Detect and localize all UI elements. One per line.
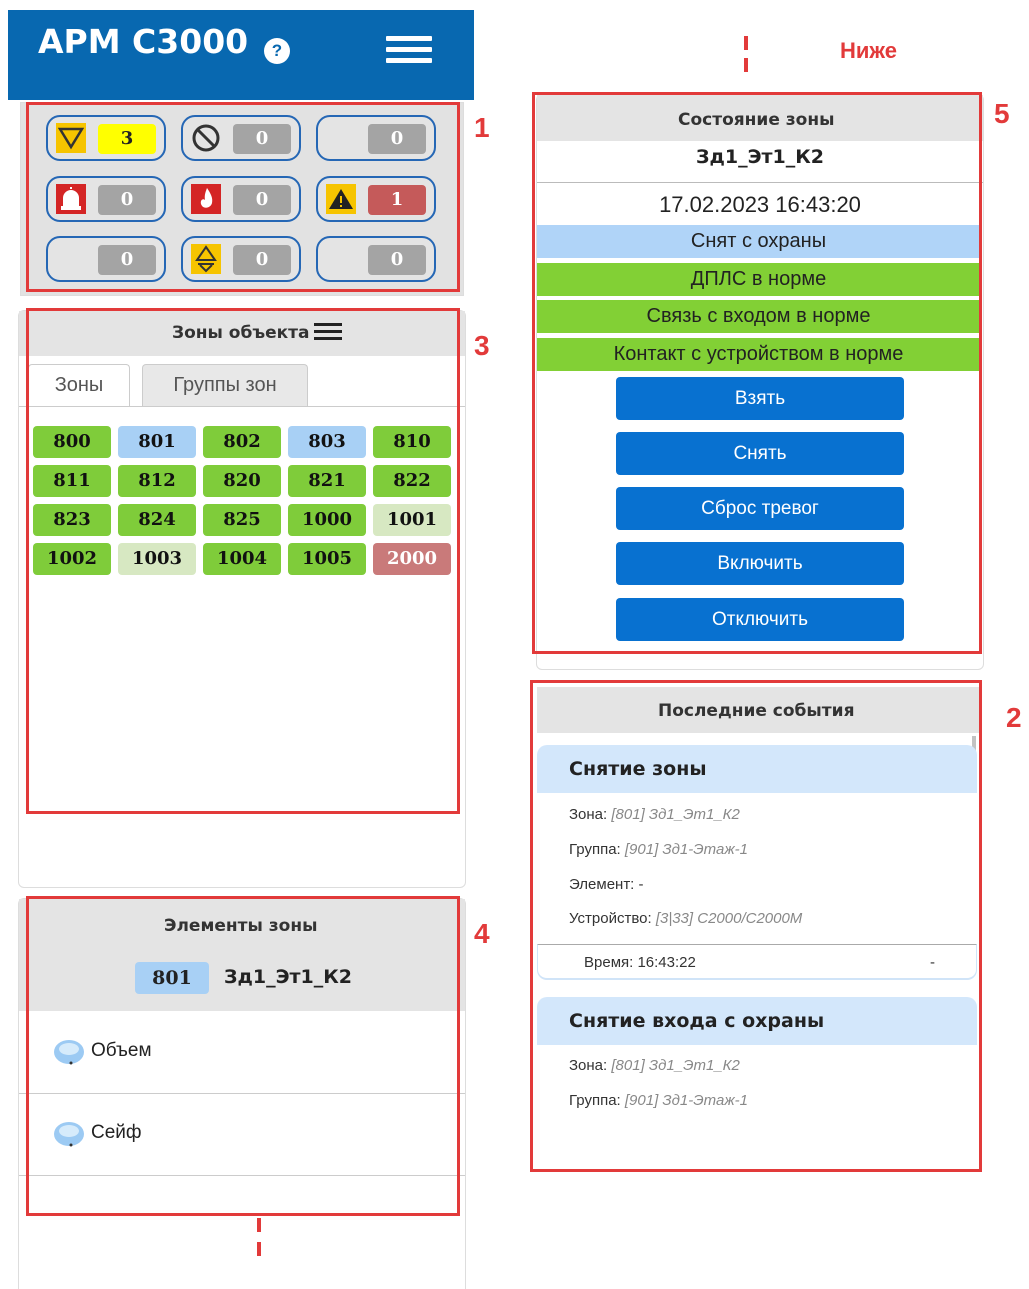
disarm-button[interactable]: Снять: [616, 432, 904, 475]
zones-panel-title: Зоны объекта: [172, 323, 310, 343]
event-extra: -: [930, 954, 935, 971]
annotation-label-4: 4: [474, 918, 490, 949]
zone-tile[interactable]: 2000: [373, 543, 451, 575]
annotation-dash: [257, 1242, 261, 1256]
annotation-dash: [744, 36, 748, 50]
disable-button[interactable]: Отключить: [616, 598, 904, 641]
event-title: Снятие зоны: [569, 758, 707, 780]
event-device: Устройство: [3|33] С2000/С2000М: [569, 910, 803, 927]
counter-attention[interactable]: 0: [181, 236, 301, 282]
counter-empty[interactable]: 0: [46, 236, 166, 282]
event-card-header[interactable]: Снятие входа с охраны: [537, 997, 977, 1045]
counter-value: 3: [98, 124, 156, 154]
tab-zones[interactable]: Зоны: [28, 364, 130, 407]
counter-value: 0: [368, 245, 426, 275]
divider: [537, 182, 983, 183]
counter-fire[interactable]: 0: [181, 176, 301, 222]
zone-tile[interactable]: 811: [33, 465, 111, 497]
smoke-detector-icon: [49, 1120, 85, 1150]
zone-tile[interactable]: 825: [203, 504, 281, 536]
zone-tile[interactable]: 812: [118, 465, 196, 497]
status-disarmed: Снят с охраны: [537, 225, 980, 258]
status-dpls-ok: ДПЛС в норме: [537, 263, 980, 296]
event-group: Группа: [901] Зд1-Этаж-1: [569, 1092, 748, 1109]
zone-tile[interactable]: 824: [118, 504, 196, 536]
help-icon[interactable]: ?: [264, 38, 290, 64]
event-zone: Зона: [801] Зд1_Эт1_К2: [569, 806, 740, 823]
counter-value: 0: [233, 245, 291, 275]
annotation-label-1: 1: [474, 112, 490, 143]
hamburger-menu-icon[interactable]: [314, 323, 342, 343]
zone-elements-title: Элементы зоны: [164, 916, 318, 936]
zone-tile[interactable]: 1003: [118, 543, 196, 575]
counter-alarm[interactable]: 0: [46, 176, 166, 222]
zone-tile[interactable]: 821: [288, 465, 366, 497]
hamburger-menu-icon[interactable]: [386, 36, 432, 64]
zone-tile[interactable]: 1005: [288, 543, 366, 575]
selected-zone-badge: 801: [135, 962, 209, 994]
event-element: Элемент: -: [569, 876, 644, 893]
zone-tile[interactable]: 810: [373, 426, 451, 458]
zone-element-label: Сейф: [91, 1122, 142, 1143]
status-input-link-ok: Связь с входом в норме: [537, 300, 980, 333]
zone-element-label: Объем: [91, 1040, 152, 1061]
zone-tile[interactable]: 1000: [288, 504, 366, 536]
annotation-label-5: 5: [994, 98, 1010, 129]
zone-state-zone-name: Зд1_Эт1_К2: [696, 146, 824, 168]
zone-element-row[interactable]: Сейф: [19, 1094, 465, 1176]
siren-alarm-icon: [56, 184, 86, 214]
smoke-detector-icon: [49, 1038, 85, 1068]
event-title: Снятие входа с охраны: [569, 1010, 825, 1032]
enable-button[interactable]: Включить: [616, 542, 904, 585]
disabled-circle-icon: [191, 123, 221, 153]
zone-tile[interactable]: 1001: [373, 504, 451, 536]
app-title: АРМ С3000: [38, 22, 249, 61]
status-device-contact-ok: Контакт с устройством в норме: [537, 338, 980, 371]
event-card-header[interactable]: Снятие зоны: [537, 745, 977, 793]
annotation-label-2: 2: [1006, 702, 1022, 733]
counter-fault[interactable]: 3: [46, 115, 166, 161]
counter-disabled[interactable]: 0: [181, 115, 301, 161]
fire-icon: [191, 184, 221, 214]
counter-warning[interactable]: 1: [316, 176, 436, 222]
zone-tile[interactable]: 823: [33, 504, 111, 536]
counter-value: 0: [233, 185, 291, 215]
zone-tile[interactable]: 820: [203, 465, 281, 497]
zone-element-row[interactable]: Объем: [19, 1012, 465, 1094]
zone-state-datetime: 17.02.2023 16:43:20: [659, 192, 861, 217]
event-time: Время: 16:43:22: [584, 954, 696, 971]
selected-zone-name: Зд1_Эт1_К2: [224, 966, 352, 988]
counter-value: 1: [368, 185, 426, 215]
annotation-dash: [257, 1218, 261, 1232]
event-zone: Зона: [801] Зд1_Эт1_К2: [569, 1057, 740, 1074]
annotation-label-3: 3: [474, 330, 490, 361]
zone-tile[interactable]: 801: [118, 426, 196, 458]
zone-tile[interactable]: 1004: [203, 543, 281, 575]
reset-alarms-button[interactable]: Сброс тревог: [616, 487, 904, 530]
counter-empty[interactable]: 0: [316, 115, 436, 161]
zone-tile[interactable]: 802: [203, 426, 281, 458]
counter-empty[interactable]: 0: [316, 236, 436, 282]
zone-state-title: Состояние зоны: [678, 110, 835, 130]
tabs-divider: [19, 406, 465, 407]
counter-value: 0: [98, 185, 156, 215]
warning-icon: [326, 184, 356, 214]
fault-triangle-icon: [56, 123, 86, 153]
zone-tile[interactable]: 822: [373, 465, 451, 497]
zone-tile[interactable]: 803: [288, 426, 366, 458]
attention-arrow-icon: [191, 244, 221, 274]
counter-value: 0: [368, 124, 426, 154]
zone-tile[interactable]: 800: [33, 426, 111, 458]
tab-zone-groups[interactable]: Группы зон: [142, 364, 308, 407]
annotation-below-label: Ниже: [840, 38, 897, 63]
recent-events-title: Последние события: [658, 701, 855, 721]
arm-button[interactable]: Взять: [616, 377, 904, 420]
annotation-dash: [744, 58, 748, 72]
counter-value: 0: [98, 245, 156, 275]
counter-value: 0: [233, 124, 291, 154]
zone-tile[interactable]: 1002: [33, 543, 111, 575]
event-group: Группа: [901] Зд1-Этаж-1: [569, 841, 748, 858]
